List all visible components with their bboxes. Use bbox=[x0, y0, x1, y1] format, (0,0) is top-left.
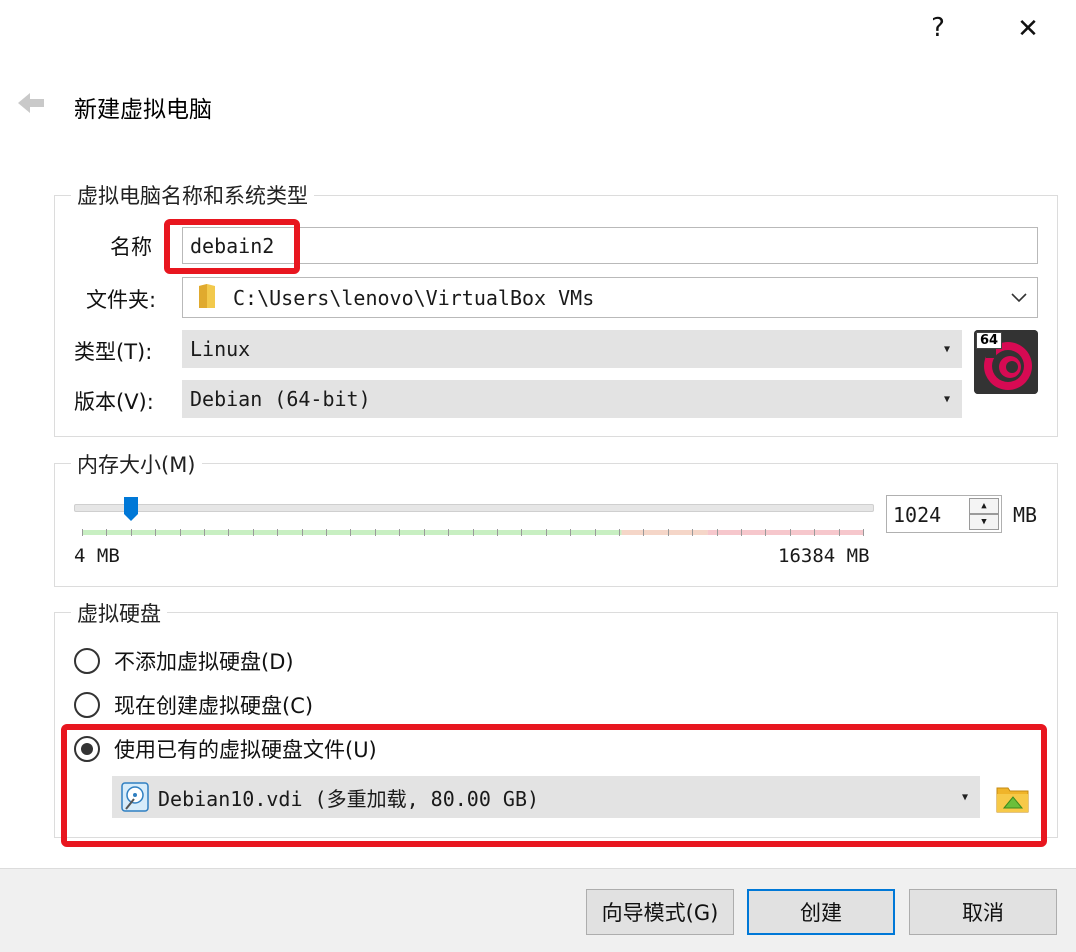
name-label: 名称 bbox=[110, 235, 152, 259]
radio-create-disk-circle[interactable] bbox=[74, 692, 100, 718]
memory-spinbox[interactable]: 1024 ▲ ▼ bbox=[886, 495, 1002, 533]
memory-min-label: 4 MB bbox=[74, 545, 120, 567]
radio-create-disk-label: 现在创建虚拟硬盘(C) bbox=[114, 694, 314, 718]
annotation-highlight-disk bbox=[61, 724, 1047, 847]
version-label: 版本(V): bbox=[74, 390, 154, 414]
memory-max-label: 16384 MB bbox=[778, 545, 870, 567]
type-label: 类型(T): bbox=[74, 340, 153, 364]
memory-value: 1024 bbox=[893, 503, 942, 527]
radio-no-disk-circle[interactable] bbox=[74, 648, 100, 674]
folder-combo[interactable]: C:\Users\lenovo\VirtualBox VMs bbox=[182, 277, 1038, 318]
version-value: Debian (64-bit) bbox=[190, 387, 371, 411]
debian-os-icon: 64 bbox=[974, 330, 1038, 394]
memory-scale bbox=[82, 521, 864, 536]
guided-mode-button[interactable]: 向导模式(G) bbox=[586, 889, 734, 935]
name-input[interactable]: debain2 bbox=[182, 227, 1038, 264]
create-button[interactable]: 创建 bbox=[747, 889, 895, 935]
spin-down-button[interactable]: ▼ bbox=[969, 514, 999, 530]
folder-path: C:\Users\lenovo\VirtualBox VMs bbox=[233, 285, 595, 310]
back-arrow-icon[interactable] bbox=[14, 86, 48, 120]
dropdown-arrow-icon: ▼ bbox=[943, 343, 950, 355]
cancel-button[interactable]: 取消 bbox=[909, 889, 1057, 935]
page-title: 新建虚拟电脑 bbox=[74, 97, 212, 123]
memory-slider-track[interactable] bbox=[74, 504, 874, 512]
type-combo[interactable]: Linux ▼ bbox=[182, 330, 962, 368]
dropdown-arrow-icon: ▼ bbox=[943, 393, 950, 405]
name-os-group-title: 虚拟电脑名称和系统类型 bbox=[71, 180, 314, 210]
radio-create-disk[interactable]: 现在创建虚拟硬盘(C) bbox=[74, 690, 313, 720]
annotation-highlight-name bbox=[164, 219, 300, 274]
memory-slider-handle[interactable] bbox=[123, 496, 139, 522]
disk-group-title: 虚拟硬盘 bbox=[71, 598, 167, 628]
chevron-down-icon bbox=[1011, 288, 1027, 307]
version-combo[interactable]: Debian (64-bit) ▼ bbox=[182, 380, 962, 418]
memory-group-title: 内存大小(M) bbox=[71, 449, 202, 479]
spin-up-button[interactable]: ▲ bbox=[969, 498, 999, 514]
close-button[interactable]: ✕ bbox=[1008, 9, 1048, 49]
folder-icon bbox=[197, 282, 217, 314]
type-value: Linux bbox=[190, 337, 251, 361]
folder-label: 文件夹: bbox=[86, 288, 157, 312]
help-button[interactable]: ? bbox=[918, 8, 958, 48]
radio-no-disk-label: 不添加虚拟硬盘(D) bbox=[114, 650, 294, 674]
64bit-badge: 64 bbox=[976, 332, 1003, 349]
radio-no-disk[interactable]: 不添加虚拟硬盘(D) bbox=[74, 646, 294, 676]
memory-unit: MB bbox=[1013, 503, 1038, 527]
